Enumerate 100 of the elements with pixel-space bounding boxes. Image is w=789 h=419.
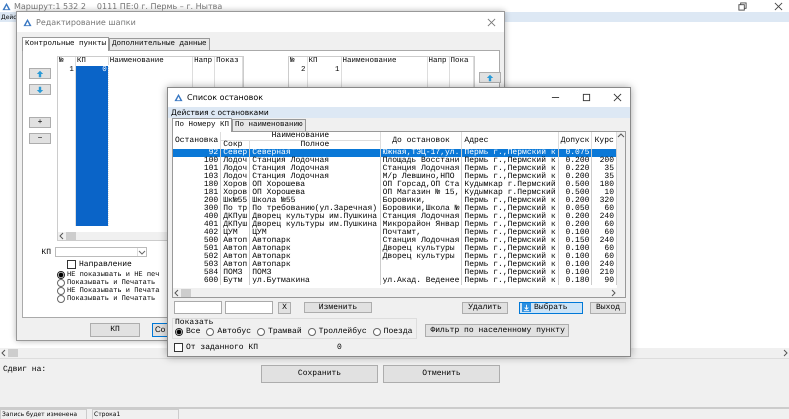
table-cell: ДКПуш	[220, 213, 250, 221]
table-cell: М/р Левшино,НПО	[380, 173, 462, 181]
group-title: Показать	[175, 319, 214, 327]
table-cell: Южная,ТЭЦ-17,ул.	[380, 149, 462, 157]
table-cell: 200	[173, 197, 221, 205]
table-cell: Пермь г.,Пермский к	[462, 197, 558, 205]
window-title: Список остановок	[187, 93, 264, 102]
table-cell: Пермь г.,Пермский к	[462, 237, 558, 245]
table-cell: Лодоч	[220, 165, 250, 173]
table-cell: Пермь г.,Пермский к	[462, 213, 558, 221]
table-cell: ОП Хорошева	[250, 181, 380, 189]
table-cell: Пермь г.,Пермский к	[462, 205, 558, 213]
table-cell: Автопарк	[250, 261, 380, 269]
table-cell: Школа №55	[250, 197, 380, 205]
table-cell: 400	[173, 213, 221, 221]
table-cell: 0.150	[558, 237, 592, 245]
table-cell: Северная	[250, 149, 380, 157]
table-cell: Почтамт,	[380, 229, 462, 237]
table-cell: Пермь г.,Пермский к	[462, 157, 558, 165]
table-cell: Боровики,Школа №	[380, 205, 462, 213]
checkbox-label: Направление	[79, 260, 132, 269]
radio-label: Поезда	[384, 327, 412, 336]
radio-label: Троллейбус	[318, 327, 367, 336]
table-cell: ОП Горсад,ОП Ста	[380, 181, 462, 189]
table-cell: Станция Лодочная	[380, 237, 462, 245]
table-cell: Пермь г.,Пермский к	[462, 229, 558, 237]
table-cell: Кудымкар г.Пермский	[462, 189, 558, 197]
table-cell: Пермь г.,Пермский к	[462, 245, 558, 253]
table-cell: Кудымкар г.Пермский	[462, 181, 558, 189]
table-cell: Дворец культуры	[380, 245, 462, 253]
table-cell: Станция Лодочная	[250, 173, 380, 181]
table-cell: Автоп	[220, 261, 250, 269]
table-cell: Лодоч	[220, 173, 250, 181]
table-cell: 0.180	[558, 277, 592, 285]
table-cell: Автоп	[220, 237, 250, 245]
table-cell: 0.200	[558, 173, 592, 181]
table-cell: Станция Лодочная	[380, 165, 462, 173]
radio-label: Автобус	[217, 327, 252, 336]
table-cell: Автоп	[220, 245, 250, 253]
table-cell: Пермь г.,Пермский к	[462, 269, 558, 277]
table-cell: Хоров	[220, 181, 250, 189]
table-cell: 401	[173, 221, 221, 229]
table-cell: Боровики,	[380, 197, 462, 205]
table-cell: Станция Лодочная	[250, 165, 380, 173]
table-cell: 0.100	[558, 253, 592, 261]
table-cell: 600	[173, 277, 221, 285]
table-cell: 0.220	[558, 165, 592, 173]
table-cell: Шк№55	[220, 197, 250, 205]
table-cell: 0.200	[558, 221, 592, 229]
table-cell: 0.100	[558, 269, 592, 277]
table-cell: По тр	[220, 205, 250, 213]
window-title: 0111 ПЕ:0 г. Пермь – г. Нытва	[96, 2, 222, 10]
table-cell: Станция Лодочная	[380, 213, 462, 221]
table-cell: 0.200	[558, 213, 592, 221]
table-cell: ЦУМ	[220, 229, 250, 237]
table-cell: Хоров	[220, 189, 250, 197]
table-cell: 584	[173, 269, 221, 277]
table-cell: ДКПуш	[220, 221, 250, 229]
table-cell: Пермь г.,Пермский к	[462, 165, 558, 173]
table-cell: ОП Хорошева	[250, 189, 380, 197]
table-cell: 0.500	[558, 189, 592, 197]
table-cell: 181	[173, 189, 221, 197]
table-cell: Дворец культуры	[380, 253, 462, 261]
checkbox-label: От заданного КП	[186, 343, 260, 352]
value-text: 0	[337, 343, 342, 352]
table-cell: 402	[173, 229, 221, 237]
table-cell: Автопарк	[250, 245, 380, 253]
table-cell: 0.075	[558, 149, 592, 157]
table-cell: Станция Лодочная	[250, 157, 380, 165]
table-cell: Пермь г.,Пермский к	[462, 253, 558, 261]
table-cell: 100	[173, 157, 221, 165]
table-cell: 500	[173, 237, 221, 245]
table-cell: 503	[173, 261, 221, 269]
table-cell: Площадь Восстани	[380, 157, 462, 165]
table-cell: 101	[173, 165, 221, 173]
table-cell: Пермь г.,Пермский к	[462, 277, 558, 285]
table-cell: ПОМЗ	[250, 269, 380, 277]
column-group-header: Наименование	[220, 132, 380, 140]
table-cell: ЦУМ	[250, 229, 380, 237]
table-cell: ул.Акад. Веденее	[380, 277, 462, 285]
radio-label: Трамвай	[268, 327, 302, 336]
window-title: Маршрут:1 532 2	[14, 2, 86, 10]
table-cell: Пермь г.,Пермский к	[462, 173, 558, 181]
table-cell: Дворец культуры им.Пушкина	[250, 221, 380, 229]
table-cell: 501	[173, 245, 221, 253]
table-cell: ПОМЗ	[220, 269, 250, 277]
table-cell: Дворец культуры им.Пушкина	[250, 213, 380, 221]
table-cell: 502	[173, 253, 221, 261]
kp-label: КП	[40, 248, 51, 256]
table-cell: Автопарк	[250, 237, 380, 245]
table-cell: 0.100	[558, 245, 592, 253]
table-cell: 0.200	[558, 157, 592, 165]
table-cell: Север	[220, 149, 250, 157]
table-cell: 103	[173, 173, 221, 181]
table-cell: 180	[173, 181, 221, 189]
table-cell: 300	[173, 205, 221, 213]
table-cell: Бутм	[220, 277, 250, 285]
table-cell: Микрорайон Январ	[380, 221, 462, 229]
table-cell: 0.200	[558, 197, 592, 205]
shift-label: Сдвиг на:	[2, 365, 48, 374]
